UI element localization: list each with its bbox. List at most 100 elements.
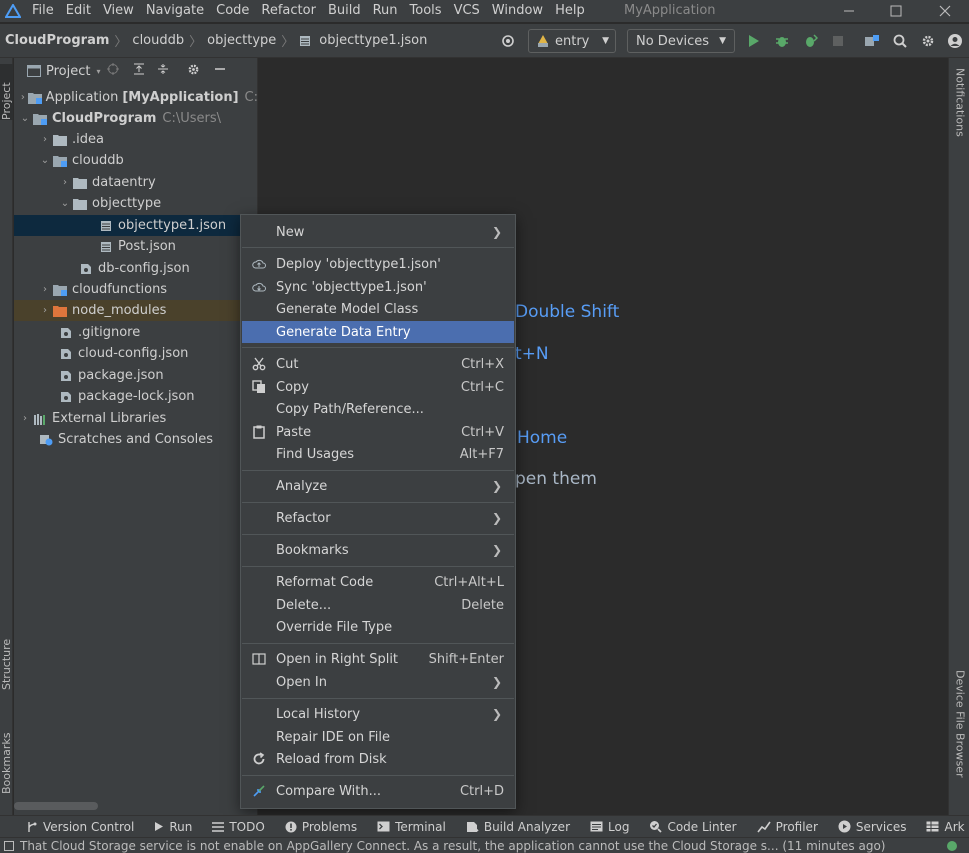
menu-vcs[interactable]: VCS bbox=[448, 0, 486, 22]
status-message[interactable]: That Cloud Storage service is not enable… bbox=[20, 839, 885, 853]
chevron-down-icon[interactable]: ⌄ bbox=[38, 155, 52, 166]
toggle-tool-windows-icon[interactable] bbox=[4, 840, 14, 851]
tab-structure[interactable]: Structure bbox=[0, 624, 13, 690]
menu-item-cut[interactable]: Cut Ctrl+X bbox=[242, 353, 514, 375]
chevron-down-icon[interactable]: ▾ bbox=[96, 67, 100, 76]
chevron-right-icon[interactable]: › bbox=[38, 134, 52, 145]
locate-icon[interactable] bbox=[106, 63, 119, 79]
menu-item-find-usages[interactable]: Find Usages Alt+F7 bbox=[242, 443, 514, 465]
run-configuration-select[interactable]: entry ▼ bbox=[528, 29, 616, 53]
menu-item-open-in[interactable]: Open In ❯ bbox=[242, 671, 514, 693]
tree-item-cloudprogram[interactable]: ⌄ CloudProgram C:\Users\ bbox=[14, 108, 258, 129]
tab-log[interactable]: Log bbox=[590, 820, 629, 834]
menu-item-copy[interactable]: Copy Ctrl+C bbox=[242, 376, 514, 398]
menu-view[interactable]: View bbox=[97, 0, 140, 22]
menu-file[interactable]: File bbox=[26, 0, 60, 22]
search-icon[interactable] bbox=[890, 31, 910, 51]
hide-panel-icon[interactable] bbox=[214, 63, 226, 79]
menu-run[interactable]: Run bbox=[367, 0, 404, 22]
menu-edit[interactable]: Edit bbox=[60, 0, 97, 22]
run-icon[interactable] bbox=[744, 31, 764, 51]
tree-item-node-modules[interactable]: › node_modules bbox=[14, 300, 258, 321]
minimize-button[interactable] bbox=[829, 0, 869, 22]
menu-item-paste[interactable]: Paste Ctrl+V bbox=[242, 421, 514, 443]
menu-item-refactor[interactable]: Refactor ❯ bbox=[242, 507, 514, 529]
menu-item-repair-ide[interactable]: Repair IDE on File bbox=[242, 726, 514, 748]
menu-item-analyze[interactable]: Analyze ❯ bbox=[242, 475, 514, 497]
tree-item-objecttype1-json[interactable]: objecttype1.json bbox=[14, 215, 258, 236]
maximize-button[interactable] bbox=[876, 0, 916, 22]
tree-item-package-json[interactable]: package.json bbox=[14, 365, 258, 386]
breadcrumb-objecttype1-json[interactable]: objecttype1.json bbox=[317, 33, 429, 48]
tree-item-gitignore[interactable]: .gitignore bbox=[14, 322, 258, 343]
tree-item-scratches[interactable]: Scratches and Consoles bbox=[14, 429, 258, 450]
tab-run[interactable]: Run bbox=[154, 820, 192, 834]
menu-item-open-in-right-split[interactable]: Open in Right Split Shift+Enter bbox=[242, 648, 514, 670]
menu-item-reload-from-disk[interactable]: Reload from Disk bbox=[242, 748, 514, 770]
menu-item-reformat-code[interactable]: Reformat Code Ctrl+Alt+L bbox=[242, 571, 514, 593]
menu-item-copy-path[interactable]: Copy Path/Reference... bbox=[242, 398, 514, 420]
tab-build-analyzer[interactable]: Build Analyzer bbox=[466, 820, 570, 834]
breadcrumb-clouddb[interactable]: clouddb bbox=[130, 33, 186, 48]
project-structure-icon[interactable] bbox=[862, 31, 882, 51]
tab-todo[interactable]: TODO bbox=[212, 820, 265, 834]
target-icon[interactable] bbox=[498, 31, 518, 51]
menu-item-new[interactable]: New ❯ bbox=[242, 221, 514, 243]
chevron-down-icon[interactable]: ⌄ bbox=[58, 198, 72, 209]
gear-icon[interactable] bbox=[918, 31, 938, 51]
tree-item-dataentry[interactable]: › dataentry bbox=[14, 172, 258, 193]
tree-item-external-libraries[interactable]: › External Libraries bbox=[14, 408, 258, 429]
account-icon[interactable] bbox=[945, 31, 965, 51]
tree-item-application[interactable]: › Application [MyApplication] C: bbox=[14, 87, 258, 108]
menu-item-bookmarks[interactable]: Bookmarks ❯ bbox=[242, 539, 514, 561]
tab-device-file-browser[interactable]: Device File Browser bbox=[952, 670, 968, 800]
debug-icon[interactable] bbox=[772, 31, 792, 51]
expand-all-icon[interactable] bbox=[133, 63, 145, 79]
tree-item-objecttype[interactable]: ⌄ objecttype bbox=[14, 193, 258, 214]
tab-bookmarks[interactable]: Bookmarks bbox=[0, 718, 13, 794]
tree-item-package-lock-json[interactable]: package-lock.json bbox=[14, 386, 258, 407]
attach-debugger-icon[interactable] bbox=[801, 31, 821, 51]
tab-problems[interactable]: Problems bbox=[285, 820, 357, 834]
chevron-right-icon[interactable]: › bbox=[38, 284, 52, 295]
chevron-right-icon[interactable]: › bbox=[38, 305, 52, 316]
breadcrumb-cloudprogram[interactable]: CloudProgram bbox=[3, 33, 111, 48]
horizontal-scrollbar[interactable] bbox=[14, 802, 98, 810]
stop-icon[interactable] bbox=[828, 31, 848, 51]
menu-navigate[interactable]: Navigate bbox=[140, 0, 210, 22]
menu-tools[interactable]: Tools bbox=[404, 0, 448, 22]
collapse-all-icon[interactable] bbox=[157, 63, 169, 79]
menu-item-local-history[interactable]: Local History ❯ bbox=[242, 703, 514, 725]
menu-build[interactable]: Build bbox=[322, 0, 367, 22]
menu-refactor[interactable]: Refactor bbox=[255, 0, 322, 22]
tab-ark[interactable]: Ark bbox=[926, 820, 965, 834]
tab-notifications[interactable]: Notifications bbox=[952, 68, 968, 164]
tab-services[interactable]: Services bbox=[838, 820, 906, 834]
menu-help[interactable]: Help bbox=[549, 0, 591, 22]
tree-item-cloud-config-json[interactable]: cloud-config.json bbox=[14, 343, 258, 364]
tab-terminal[interactable]: Terminal bbox=[377, 820, 446, 834]
tree-item-clouddb[interactable]: ⌄ clouddb bbox=[14, 150, 258, 171]
tree-item-post-json[interactable]: Post.json bbox=[14, 236, 258, 257]
menu-item-override-file-type[interactable]: Override File Type bbox=[242, 616, 514, 638]
close-button[interactable] bbox=[925, 0, 965, 22]
project-panel-title[interactable]: Project bbox=[46, 64, 90, 79]
tab-version-control[interactable]: Version Control bbox=[26, 820, 134, 834]
tab-project[interactable]: Project bbox=[0, 64, 13, 120]
tab-code-linter[interactable]: Code Linter bbox=[649, 820, 737, 834]
gear-icon[interactable] bbox=[187, 63, 200, 80]
chevron-right-icon[interactable]: › bbox=[18, 92, 28, 103]
menu-item-sync[interactable]: Sync 'objecttype1.json' bbox=[242, 276, 514, 298]
tree-item-db-config-json[interactable]: db-config.json bbox=[14, 258, 258, 279]
chevron-down-icon[interactable]: ⌄ bbox=[18, 113, 32, 124]
chevron-right-icon[interactable]: › bbox=[18, 413, 32, 424]
tree-item-cloudfunctions[interactable]: › cloudfunctions bbox=[14, 279, 258, 300]
chevron-right-icon[interactable]: › bbox=[58, 177, 72, 188]
device-select[interactable]: No Devices ▼ bbox=[627, 29, 735, 53]
menu-item-compare-with[interactable]: Compare With... Ctrl+D bbox=[242, 780, 514, 802]
menu-item-deploy[interactable]: Deploy 'objecttype1.json' bbox=[242, 253, 514, 275]
menu-item-generate-data-entry[interactable]: Generate Data Entry bbox=[242, 321, 514, 343]
status-indicator[interactable] bbox=[947, 841, 957, 851]
tab-profiler[interactable]: Profiler bbox=[757, 820, 818, 834]
menu-item-generate-model-class[interactable]: Generate Model Class bbox=[242, 298, 514, 320]
